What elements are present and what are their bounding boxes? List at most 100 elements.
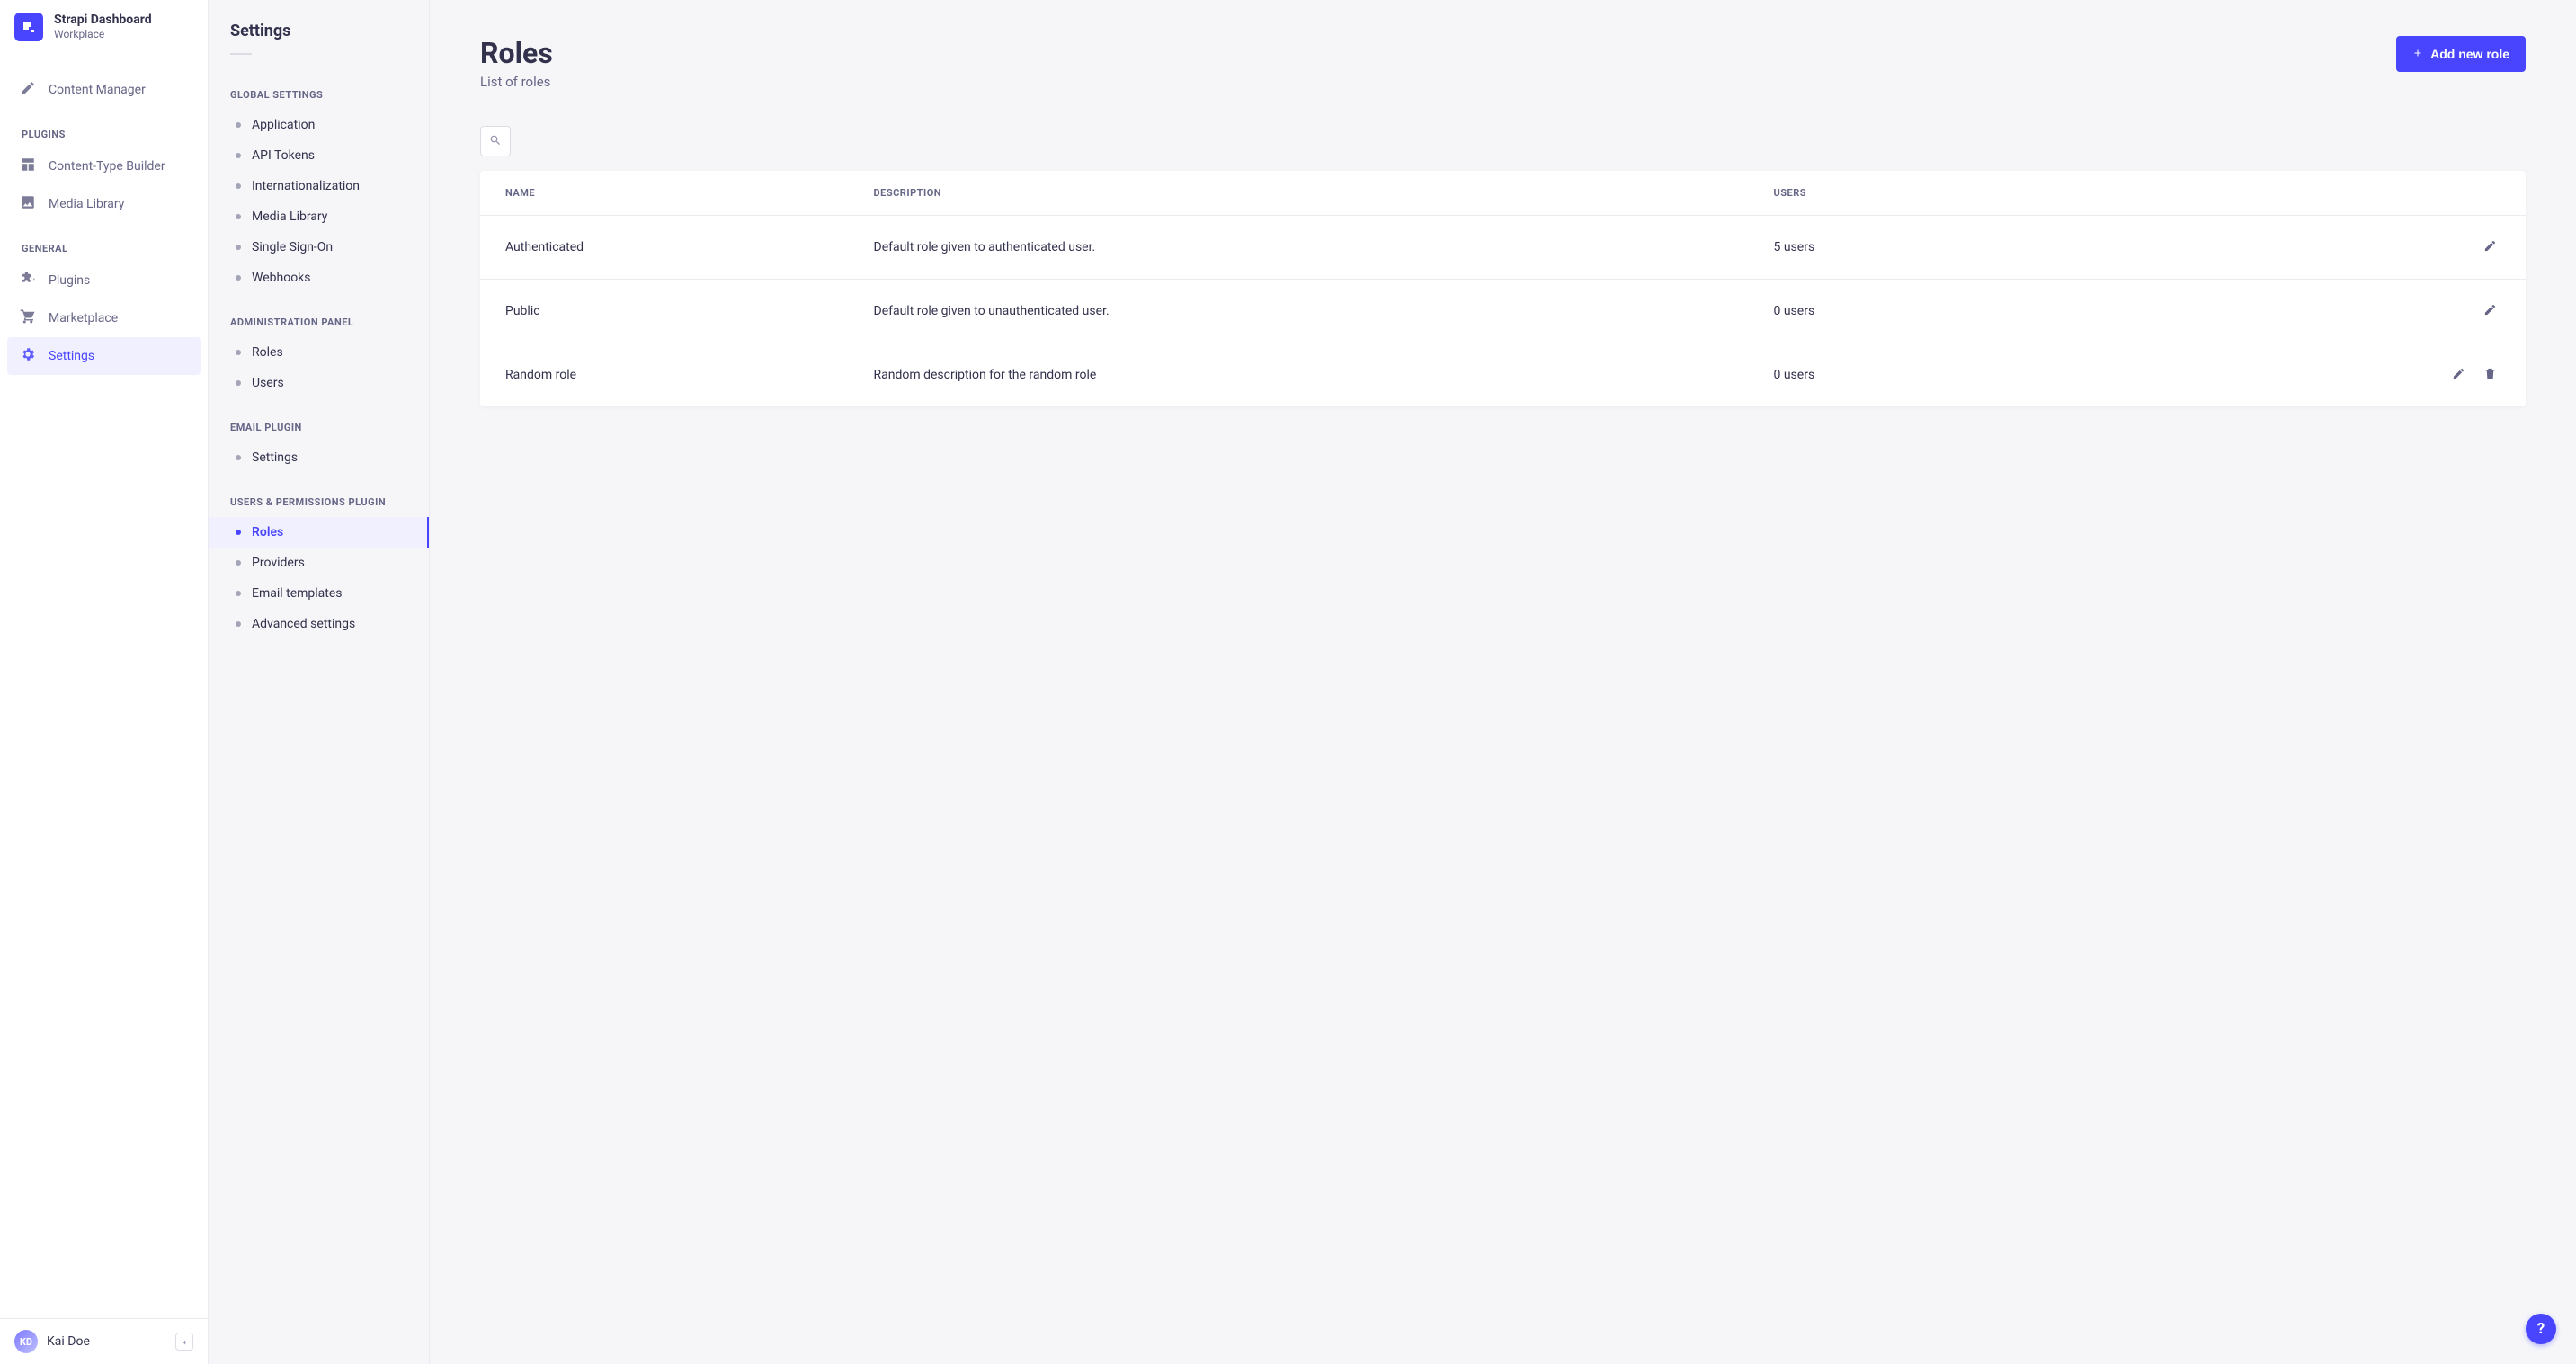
nav-label: Media Library xyxy=(49,197,124,211)
secondary-nav-label: Internationalization xyxy=(252,179,360,193)
secondary-nav-label: Roles xyxy=(252,525,283,539)
bullet-icon xyxy=(236,380,241,386)
secondary-nav-item[interactable]: API Tokens xyxy=(230,140,407,171)
secondary-sidebar: Settings GLOBAL SETTINGS Application API T… xyxy=(209,0,430,1364)
secondary-group-label: GLOBAL SETTINGS xyxy=(230,89,407,101)
app-title: Strapi Dashboard xyxy=(54,13,152,28)
secondary-nav-label: API Tokens xyxy=(252,148,315,163)
cart-icon xyxy=(20,308,36,328)
secondary-nav-label: Users xyxy=(252,376,284,390)
question-icon: ? xyxy=(2537,1320,2545,1338)
role-description: Random description for the random role xyxy=(849,343,1749,407)
secondary-nav-label: Webhooks xyxy=(252,271,311,285)
search-button[interactable] xyxy=(480,126,511,156)
role-name: Random role xyxy=(480,343,849,407)
secondary-nav-item[interactable]: Advanced settings xyxy=(230,609,407,639)
table-header-users: USERS xyxy=(1749,171,2199,216)
user-avatar[interactable]: KD xyxy=(14,1330,38,1353)
bullet-icon xyxy=(236,214,241,219)
nav-media-library[interactable]: Media Library xyxy=(7,185,201,223)
table-row[interactable]: Random roleRandom description for the ra… xyxy=(480,343,2526,407)
table-row[interactable]: PublicDefault role given to unauthentica… xyxy=(480,280,2526,343)
table-header-name: NAME xyxy=(480,171,849,216)
chevron-left-icon xyxy=(180,1333,189,1351)
bullet-icon xyxy=(236,455,241,460)
role-users-count: 0 users xyxy=(1749,280,2199,343)
landscape-icon xyxy=(20,194,36,214)
pencil-icon xyxy=(2483,242,2497,255)
secondary-nav-label: Application xyxy=(252,118,315,132)
role-description: Default role given to unauthenticated us… xyxy=(849,280,1749,343)
nav-marketplace[interactable]: Marketplace xyxy=(7,299,201,337)
layout-icon xyxy=(20,156,36,176)
secondary-nav-item[interactable]: Providers xyxy=(230,548,407,578)
edit-role-button[interactable] xyxy=(2480,299,2500,323)
nav-content-manager[interactable]: Content Manager xyxy=(7,71,201,109)
secondary-title: Settings xyxy=(230,22,407,69)
secondary-nav-label: Settings xyxy=(252,450,298,465)
role-name: Authenticated xyxy=(480,216,849,280)
bullet-icon xyxy=(236,153,241,158)
app-subtitle: Workplace xyxy=(54,28,152,40)
secondary-nav-label: Roles xyxy=(252,345,283,360)
nav-label: Plugins xyxy=(49,273,90,288)
bullet-icon xyxy=(236,275,241,281)
button-label: Add new role xyxy=(2430,47,2509,61)
strapi-logo-icon xyxy=(14,13,43,41)
secondary-nav-item[interactable]: Settings xyxy=(230,442,407,473)
nav-label: Content-Type Builder xyxy=(49,159,165,174)
secondary-nav-item[interactable]: Internationalization xyxy=(230,171,407,201)
collapse-sidebar-button[interactable] xyxy=(175,1333,193,1351)
bullet-icon xyxy=(236,350,241,355)
bullet-icon xyxy=(236,621,241,627)
secondary-nav-label: Email templates xyxy=(252,586,343,601)
nav-settings[interactable]: Settings xyxy=(7,337,201,375)
nav-content-type-builder[interactable]: Content-Type Builder xyxy=(7,147,201,185)
add-new-role-button[interactable]: Add new role xyxy=(2396,36,2526,72)
secondary-nav-label: Media Library xyxy=(252,210,327,224)
puzzle-icon xyxy=(20,271,36,290)
secondary-nav-item[interactable]: Application xyxy=(230,110,407,140)
secondary-nav-label: Single Sign-On xyxy=(252,240,333,254)
secondary-nav-item[interactable]: Email templates xyxy=(230,578,407,609)
primary-sidebar: Strapi Dashboard Workplace Content Manag… xyxy=(0,0,209,1364)
bullet-icon xyxy=(236,122,241,128)
user-name: Kai Doe xyxy=(47,1334,166,1349)
page-subtitle: List of roles xyxy=(480,74,553,90)
bullet-icon xyxy=(236,591,241,596)
pencil-icon xyxy=(2452,370,2465,383)
nav-plugins[interactable]: Plugins xyxy=(7,262,201,299)
nav-section-plugins: PLUGINS xyxy=(7,109,201,147)
secondary-nav-item[interactable]: Roles xyxy=(230,337,407,368)
secondary-group-label: EMAIL PLUGIN xyxy=(230,422,407,433)
nav-label: Marketplace xyxy=(49,311,118,325)
main-content: Roles List of roles Add new role NAME DE… xyxy=(430,0,2576,1364)
delete-role-button[interactable] xyxy=(2480,363,2500,387)
secondary-group-label: USERS & PERMISSIONS PLUGIN xyxy=(230,496,407,508)
search-icon xyxy=(489,133,502,150)
secondary-nav-item[interactable]: Media Library xyxy=(230,201,407,232)
secondary-nav-label: Providers xyxy=(252,556,305,570)
role-description: Default role given to authenticated user… xyxy=(849,216,1749,280)
role-users-count: 5 users xyxy=(1749,216,2199,280)
secondary-nav-item[interactable]: Webhooks xyxy=(230,263,407,293)
nav-label: Content Manager xyxy=(49,83,146,97)
secondary-group-label: ADMINISTRATION PANEL xyxy=(230,316,407,328)
pencil-icon xyxy=(2483,306,2497,319)
page-title: Roles xyxy=(480,36,553,70)
role-users-count: 0 users xyxy=(1749,343,2199,407)
secondary-nav-item[interactable]: Roles xyxy=(230,517,406,548)
sidebar-header: Strapi Dashboard Workplace xyxy=(0,0,208,58)
bullet-icon xyxy=(236,245,241,250)
edit-role-button[interactable] xyxy=(2448,363,2469,387)
write-icon xyxy=(20,80,36,100)
edit-role-button[interactable] xyxy=(2480,236,2500,259)
help-button[interactable]: ? xyxy=(2526,1314,2556,1344)
secondary-nav-label: Advanced settings xyxy=(252,617,355,631)
sidebar-footer: KD Kai Doe xyxy=(0,1318,208,1364)
secondary-nav-item[interactable]: Single Sign-On xyxy=(230,232,407,263)
gear-icon xyxy=(20,346,36,366)
secondary-nav-item[interactable]: Users xyxy=(230,368,407,398)
table-row[interactable]: AuthenticatedDefault role given to authe… xyxy=(480,216,2526,280)
table-header-description: DESCRIPTION xyxy=(849,171,1749,216)
